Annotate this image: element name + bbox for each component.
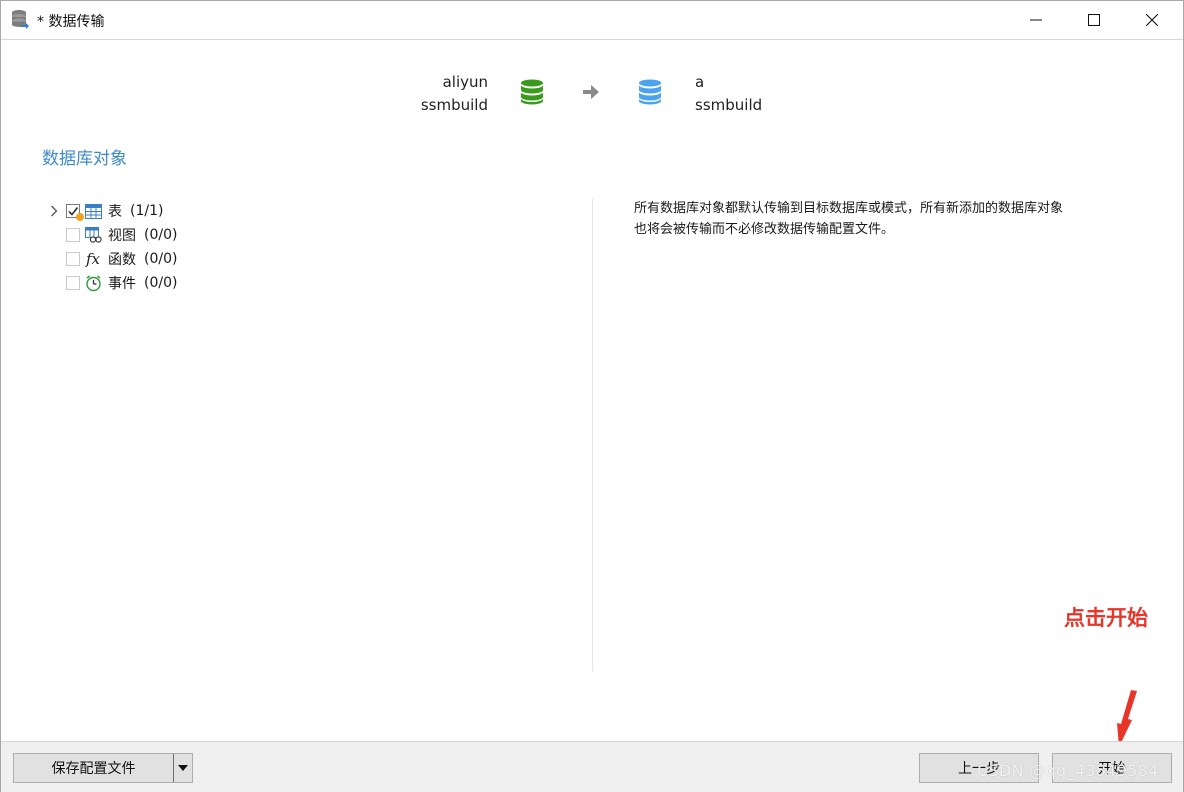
footer-bar: 保存配置文件 上一步 开始 CSDN @qq_43849584 xyxy=(1,741,1183,792)
partial-state-dot xyxy=(76,213,84,221)
event-icon xyxy=(84,274,102,292)
previous-step-button[interactable]: 上一步 xyxy=(919,753,1039,783)
arrow-right-icon xyxy=(582,84,600,104)
events-checkbox[interactable] xyxy=(66,276,80,290)
description-line: 所有数据库对象都默认传输到目标数据库或模式，所有新添加的数据库对象 xyxy=(634,201,1064,216)
save-profile-label[interactable]: 保存配置文件 xyxy=(14,754,173,782)
database-object-tree: 表 (1/1) 视图 (0/0) fx 函数 (0/0) 事件 (0/0) xyxy=(45,199,177,295)
source-database-icon xyxy=(520,79,544,109)
tables-checkbox[interactable] xyxy=(66,204,84,221)
target-database-icon xyxy=(638,79,662,109)
tree-item-label: 事件 xyxy=(108,276,136,292)
tree-item-count: (0/0) xyxy=(144,227,178,243)
tree-item-label: 视图 xyxy=(108,228,136,244)
functions-checkbox[interactable] xyxy=(66,252,80,266)
close-button[interactable] xyxy=(1123,1,1181,39)
minimize-button[interactable] xyxy=(1007,1,1065,39)
panel-divider xyxy=(592,199,593,671)
tree-item-count: (0/0) xyxy=(144,275,178,291)
save-profile-button[interactable]: 保存配置文件 xyxy=(13,753,193,783)
database-transfer-icon xyxy=(11,9,29,29)
source-info: aliyun ssmbuild xyxy=(421,71,488,117)
maximize-button[interactable] xyxy=(1065,1,1123,39)
tree-item-tables[interactable]: 表 (1/1) xyxy=(45,199,177,223)
start-button[interactable]: 开始 xyxy=(1052,753,1172,783)
target-database-name: ssmbuild xyxy=(695,96,763,114)
tree-item-views[interactable]: 视图 (0/0) xyxy=(45,223,177,247)
minimize-icon xyxy=(1030,19,1042,21)
annotation-text: 点击开始 xyxy=(1064,606,1148,630)
tree-item-count: (0/0) xyxy=(144,251,178,267)
data-transfer-window: * 数据传输 aliyun ssmbuild a ssmbuild 数据库对象 … xyxy=(0,0,1184,792)
views-checkbox[interactable] xyxy=(66,228,80,242)
description-line: 也将会被传输而不必修改数据传输配置文件。 xyxy=(634,222,895,237)
dropdown-arrow-icon[interactable] xyxy=(173,754,192,782)
window-title: * 数据传输 xyxy=(37,14,105,30)
target-connection-name: a xyxy=(695,73,705,91)
source-connection-name: aliyun xyxy=(442,73,488,91)
description-text: 所有数据库对象都默认传输到目标数据库或模式，所有新添加的数据库对象 也将会被传输… xyxy=(634,198,1154,240)
table-icon xyxy=(84,202,102,220)
chevron-right-icon[interactable] xyxy=(45,201,63,221)
tree-item-label: 表 xyxy=(108,204,122,220)
tree-item-count: (1/1) xyxy=(130,203,164,219)
title-bar: * 数据传输 xyxy=(1,1,1183,40)
tree-item-label: 函数 xyxy=(108,252,136,268)
function-icon: fx xyxy=(85,250,100,268)
tree-item-events[interactable]: 事件 (0/0) xyxy=(45,271,177,295)
source-database-name: ssmbuild xyxy=(420,96,488,114)
target-info: a ssmbuild xyxy=(695,71,762,117)
close-icon xyxy=(1146,14,1158,26)
view-icon xyxy=(84,226,102,244)
tree-item-functions[interactable]: fx 函数 (0/0) xyxy=(45,247,177,271)
maximize-icon xyxy=(1088,14,1100,26)
section-title: 数据库对象 xyxy=(42,149,127,169)
